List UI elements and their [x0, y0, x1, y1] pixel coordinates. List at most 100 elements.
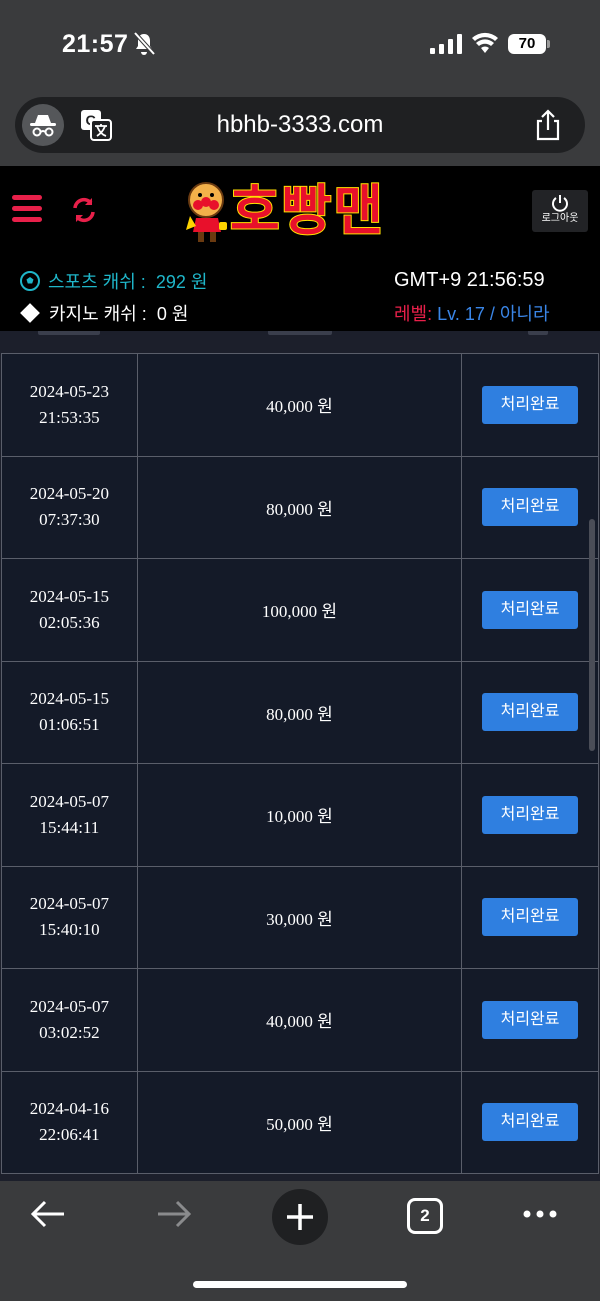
table-row: 2024-05-15 02:05:36 100,000 원 처리완료 — [1, 558, 599, 662]
amount-cell: 50,000 원 — [136, 1070, 463, 1174]
amount-cell: 80,000 원 — [136, 660, 463, 764]
hamburger-menu-icon[interactable] — [12, 195, 42, 225]
server-time: GMT+9 21:56:59 — [394, 269, 545, 291]
battery-icon: 70 — [508, 34, 550, 54]
cellular-signal-icon — [430, 34, 462, 54]
sports-cash: 스포츠 캐쉬 : 292 원 — [20, 268, 207, 294]
amount-cell: 100,000 원 — [136, 558, 463, 662]
new-tab-button[interactable] — [272, 1189, 328, 1245]
amount-cell: 80,000 원 — [136, 455, 463, 559]
table-row: 2024-05-07 15:44:11 10,000 원 처리완료 — [1, 763, 599, 867]
tx-date: 2024-05-15 — [29, 689, 110, 709]
plus-icon — [287, 1204, 313, 1230]
address-bar[interactable]: G hbhb-3333.com — [15, 97, 585, 153]
site-header: 호빵맨 로그아웃 — [0, 166, 600, 256]
status-complete-button[interactable]: 처리완료 — [482, 693, 579, 732]
amount-cell: 10,000 원 — [136, 763, 463, 867]
logout-button[interactable]: 로그아웃 — [532, 190, 588, 232]
more-options-icon[interactable] — [522, 1209, 558, 1219]
status-cell: 처리완료 — [461, 660, 599, 764]
casino-cash: 카지노 캐쉬 : 0 원 — [20, 300, 188, 326]
tx-date: 2024-05-07 — [29, 894, 110, 914]
date-cell: 2024-05-15 01:06:51 — [1, 660, 138, 764]
date-cell: 2024-05-15 02:05:36 — [1, 558, 138, 662]
status-complete-button[interactable]: 처리완료 — [482, 795, 579, 834]
table-row: 2024-05-23 21:53:35 40,000 원 처리완료 — [1, 353, 599, 457]
tx-date: 2024-04-16 — [29, 1099, 110, 1119]
sports-cash-value: 292 원 — [155, 272, 208, 292]
transaction-table: 2024-05-23 21:53:35 40,000 원 처리완료 2024-05-20… — [1, 353, 599, 1174]
tx-time: 22:06:41 — [39, 1125, 100, 1145]
status-cell: 처리완료 — [461, 968, 599, 1072]
scrollbar[interactable] — [589, 519, 595, 751]
url-text: hbhb-3333.com — [216, 111, 384, 138]
casino-cash-value: 0 원 — [156, 304, 189, 324]
table-row: 2024-05-20 07:37:30 80,000 원 처리완료 — [1, 455, 599, 559]
status-cell: 처리완료 — [461, 865, 599, 969]
status-complete-button[interactable]: 처리완료 — [482, 385, 579, 424]
back-arrow-icon[interactable] — [30, 1199, 66, 1229]
refresh-icon[interactable] — [70, 196, 98, 224]
tx-date: 2024-05-15 — [29, 586, 110, 606]
tx-time: 15:40:10 — [39, 920, 100, 940]
status-cell: 처리완료 — [461, 1070, 599, 1174]
table-row: 2024-04-16 22:06:41 50,000 원 처리완료 — [1, 1070, 599, 1174]
date-cell: 2024-05-20 07:37:30 — [1, 455, 138, 559]
status-complete-button[interactable]: 처리완료 — [482, 488, 579, 527]
home-indicator — [193, 1281, 407, 1288]
logout-label: 로그아웃 — [541, 213, 579, 224]
date-cell: 2024-05-07 15:44:11 — [1, 763, 138, 867]
forward-arrow-icon[interactable] — [156, 1199, 192, 1229]
account-info: 스포츠 캐쉬 : 292 원 카지노 캐쉬 : 0 원 GMT+9 21:56:… — [0, 256, 600, 331]
table-row: 2024-05-07 15:40:10 30,000 원 처리완료 — [1, 865, 599, 969]
status-complete-button[interactable]: 처리완료 — [482, 590, 579, 629]
tx-time: 15:44:11 — [39, 817, 100, 837]
tx-time: 03:02:52 — [39, 1022, 100, 1042]
browser-toolbar: 2 — [0, 1181, 600, 1301]
status-cell: 처리완료 — [461, 455, 599, 559]
casino-cash-label: 카지노 캐쉬 : — [49, 304, 147, 324]
amount-cell: 40,000 원 — [136, 353, 463, 457]
wifi-icon — [472, 32, 498, 53]
tx-time: 01:06:51 — [39, 715, 100, 735]
date-cell: 2024-05-07 15:40:10 — [1, 865, 138, 969]
status-complete-button[interactable]: 처리완료 — [482, 1103, 579, 1142]
tx-time: 21:53:35 — [39, 407, 100, 427]
browser-address-area: G hbhb-3333.com — [0, 90, 600, 166]
user-level: 레벨: Lv. 17 / 아니라 — [394, 300, 550, 326]
tx-time: 07:37:30 — [39, 510, 100, 530]
power-icon — [552, 195, 568, 212]
status-cell: 처리완료 — [461, 353, 599, 457]
tab-switcher-button[interactable]: 2 — [407, 1198, 443, 1234]
share-icon[interactable] — [533, 109, 563, 141]
mascot-logo-icon — [186, 182, 227, 242]
table-header-partial — [0, 331, 600, 353]
status-complete-button[interactable]: 처리완료 — [482, 1000, 579, 1039]
tx-date: 2024-05-07 — [29, 791, 110, 811]
diamond-icon — [20, 303, 40, 323]
tx-date: 2024-05-07 — [29, 996, 110, 1016]
status-complete-button[interactable]: 처리완료 — [482, 898, 579, 937]
tx-date: 2024-05-23 — [29, 381, 110, 401]
logo-text: 호빵맨 — [229, 178, 386, 243]
date-cell: 2024-05-23 21:53:35 — [1, 353, 138, 457]
date-cell: 2024-04-16 22:06:41 — [1, 1070, 138, 1174]
status-cell: 처리완료 — [461, 763, 599, 867]
soccer-ball-icon — [20, 271, 40, 291]
site-logo[interactable]: 호빵맨 — [186, 178, 416, 248]
battery-level: 70 — [508, 34, 546, 54]
status-time: 21:57 — [62, 30, 129, 58]
sports-cash-label: 스포츠 캐쉬 : — [48, 272, 146, 292]
transaction-history: 2024-05-23 21:53:35 40,000 원 처리완료 2024-05-20… — [0, 331, 600, 1181]
bell-muted-icon — [133, 32, 155, 56]
tx-time: 02:05:36 — [39, 612, 100, 632]
status-cell: 처리완료 — [461, 558, 599, 662]
amount-cell: 30,000 원 — [136, 865, 463, 969]
table-row: 2024-05-07 03:02:52 40,000 원 처리완료 — [1, 968, 599, 1072]
date-cell: 2024-05-07 03:02:52 — [1, 968, 138, 1072]
level-value: Lv. 17 / 아니라 — [437, 304, 550, 324]
level-label: 레벨: — [394, 304, 433, 324]
status-bar: 21:57 70 — [0, 0, 600, 90]
table-row: 2024-05-15 01:06:51 80,000 원 처리완료 — [1, 660, 599, 764]
tx-date: 2024-05-20 — [29, 484, 110, 504]
